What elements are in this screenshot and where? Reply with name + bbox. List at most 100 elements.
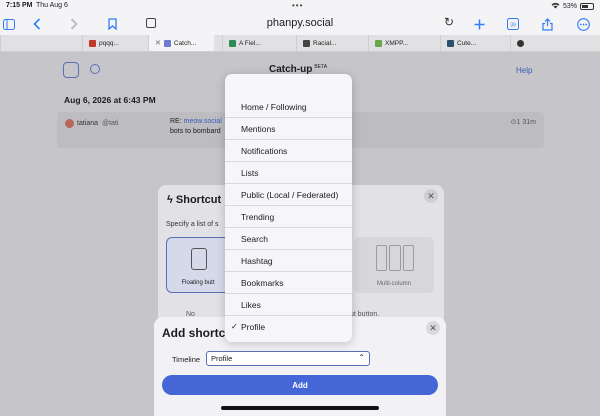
chevron-updown-icon: ⌃ (358, 353, 365, 362)
menu-item-mentions[interactable]: Mentions (225, 118, 352, 140)
tab-overview-icon[interactable]: 39 (504, 15, 522, 33)
menu-item-profile[interactable]: ✓ Profile (225, 316, 352, 338)
close-icon[interactable]: ✕ (426, 321, 440, 335)
shortcut-icon: ϟ (167, 194, 173, 206)
menu-item-label: Lists (241, 168, 259, 178)
back-icon[interactable] (28, 15, 46, 33)
reply-prefix: RE: (170, 118, 182, 125)
add-button[interactable]: Add (162, 375, 438, 395)
post-text: bots to bombard (170, 128, 221, 135)
menu-item-label: Search (241, 234, 268, 244)
menu-item-label: Bookmarks (241, 278, 284, 288)
add-shortcut-title: Add shortc (162, 326, 226, 340)
phone-icon (191, 248, 207, 270)
tab-pqqq[interactable]: pqqq... (82, 35, 148, 51)
tab-a-field[interactable]: A Fiel... (222, 35, 288, 51)
post-meta-text: 1 31m (516, 119, 536, 126)
menu-item-label: Mentions (241, 124, 276, 134)
tab-label: A Fiel... (239, 39, 261, 47)
post-meta: ⊙1 31m (511, 118, 536, 126)
tab-favicon (447, 39, 454, 47)
forward-icon[interactable] (65, 15, 83, 33)
more-options-icon[interactable] (574, 15, 592, 33)
tab-strip: pqqq... ✕ Catch... A Fiel... Racial... X… (0, 35, 600, 52)
tab-favicon (303, 39, 310, 47)
author-name: tatiana (77, 120, 99, 127)
tab-favicon (517, 39, 524, 47)
tab-label: Cute... (457, 39, 477, 47)
battery-percent: 53% (562, 3, 577, 10)
avatar (65, 119, 74, 128)
close-tab-icon[interactable]: ✕ (155, 39, 161, 47)
author-handle: @tati (101, 120, 119, 127)
menu-item-search[interactable]: Search (225, 228, 352, 250)
menu-item-public[interactable]: Public (Local / Federated) (225, 184, 352, 206)
catch-up-date: Aug 6, 2026 at 6:43 PM (64, 95, 156, 105)
address-bar[interactable]: phanpy.social ↻ (140, 14, 460, 34)
browser-toolbar: phanpy.social ↻ 39 (0, 13, 600, 35)
menu-item-label: Trending (241, 212, 275, 222)
tab-racial[interactable]: Racial... (296, 35, 362, 51)
shortcuts-description: Specify a list of s (166, 221, 219, 228)
help-link[interactable]: Help (516, 66, 532, 75)
tab-favicon (375, 39, 382, 47)
timeline-dropdown-menu: Home / Following Mentions Notifications … (225, 74, 352, 342)
svg-text:39: 39 (510, 22, 516, 28)
post-author[interactable]: tatiana @tati (77, 120, 118, 127)
menu-item-label: Profile (241, 322, 266, 332)
menu-item-label: Hashtag (241, 256, 273, 266)
close-icon[interactable]: ✕ (424, 189, 438, 203)
sidebar-icon[interactable] (0, 15, 18, 33)
status-time: 7:15 PM (6, 2, 33, 9)
timeline-select-value: Profile (211, 354, 233, 363)
menu-item-trending[interactable]: Trending (225, 206, 352, 228)
address-url[interactable]: phanpy.social (140, 17, 460, 29)
multitasking-dots-icon[interactable]: ••• (292, 1, 303, 10)
option-label: Multi-column (376, 281, 411, 287)
menu-item-likes[interactable]: Likes (225, 294, 352, 316)
menu-item-label: Notifications (241, 146, 288, 156)
new-tab-icon[interactable] (470, 15, 488, 33)
menu-item-notifications[interactable]: Notifications (225, 140, 352, 162)
menu-item-label: Likes (241, 300, 261, 310)
timeline-label: Timeline (172, 355, 201, 364)
reload-icon[interactable]: ↻ (444, 15, 454, 29)
shortcuts-title-text: Shortcut (175, 194, 222, 206)
tab-favicon (163, 39, 171, 47)
beta-badge: BETA (314, 64, 328, 70)
tab-label: Racial... (313, 39, 337, 47)
post-reply-line: RE: meow.social (170, 118, 222, 125)
refresh-icon[interactable] (90, 64, 100, 74)
wifi-icon (551, 2, 560, 11)
multi-column-option[interactable]: Multi-column (354, 237, 434, 293)
menu-item-bookmarks[interactable]: Bookmarks (225, 272, 352, 294)
tab-xmpp[interactable]: XMPP... (368, 35, 440, 51)
status-right: 53% (551, 2, 594, 11)
share-icon[interactable] (538, 15, 556, 33)
menu-item-lists[interactable]: Lists (225, 162, 352, 184)
tab-label: pqqq... (99, 39, 119, 47)
menu-item-label: Home / Following (241, 102, 307, 112)
battery-icon (580, 3, 594, 10)
home-indicator[interactable] (221, 406, 379, 410)
tab-favicon (229, 39, 236, 47)
status-bar: 7:15 PM Thu Aug 6 ••• 53% (0, 0, 600, 13)
tab-other[interactable] (510, 35, 600, 51)
tab-partial[interactable] (0, 35, 8, 51)
menu-item-hashtag[interactable]: Hashtag (225, 250, 352, 272)
shortcuts-title: ϟ Shortcut (167, 194, 221, 206)
columns-icon (376, 245, 414, 271)
bookmarks-icon[interactable] (103, 15, 121, 33)
reply-link[interactable]: meow.social (184, 118, 222, 125)
tab-catchup[interactable]: ✕ Catch... (148, 35, 214, 51)
menu-item-label: Public (Local / Federated) (241, 190, 339, 200)
menu-item-home-following[interactable]: Home / Following (225, 96, 352, 118)
tab-label: Catch... (173, 39, 197, 47)
home-icon[interactable] (63, 62, 79, 78)
tab-label: XMPP... (385, 39, 409, 47)
tab-cute[interactable]: Cute... (440, 35, 510, 51)
status-date: Thu Aug 6 (36, 2, 68, 9)
timeline-select[interactable]: Profile ⌃ (206, 351, 370, 366)
floating-button-option[interactable]: Floating butt (166, 237, 230, 293)
option-label: Floating butt (181, 280, 215, 286)
